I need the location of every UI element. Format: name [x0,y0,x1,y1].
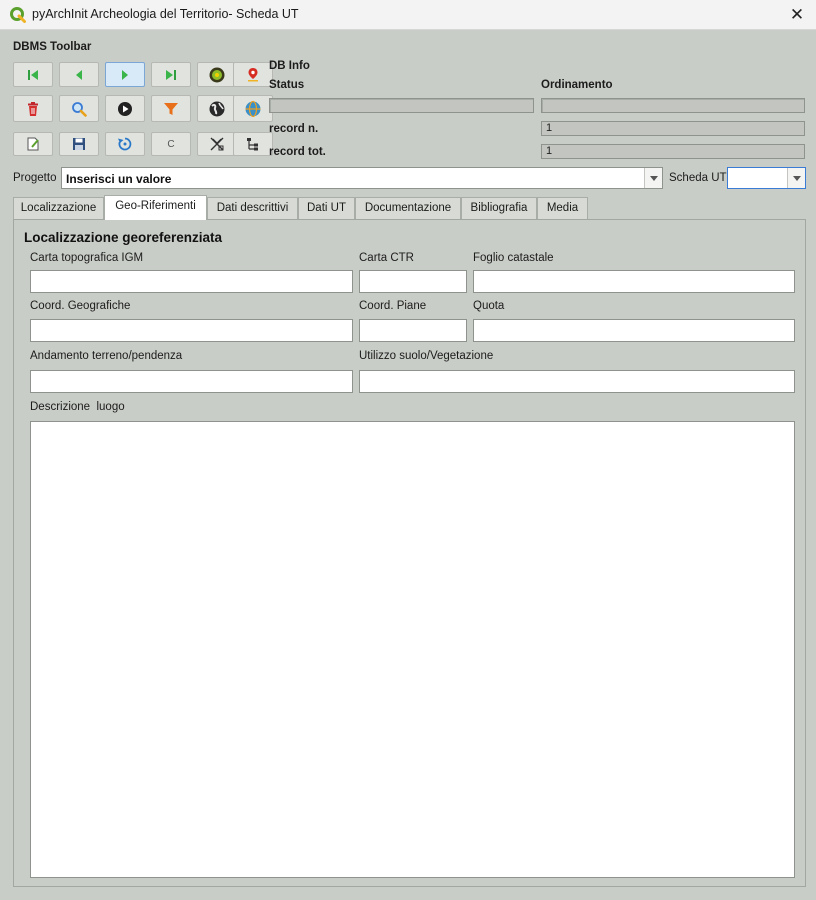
scheda-ut-label: Scheda UT [669,172,727,184]
reload-button[interactable] [105,132,145,156]
filter-icon [164,102,178,115]
foglio-catastale-input[interactable] [473,270,795,293]
record-n-field: 1 [541,121,805,136]
chevron-down-icon[interactable] [787,168,805,188]
next-record-button[interactable] [105,62,145,87]
tab-dati-descrittivi[interactable]: Dati descrittivi [207,197,298,219]
descrizione-textarea[interactable] [30,421,795,878]
scheda-ut-select[interactable] [727,167,806,189]
carta-ctr-label: Carta CTR [359,252,414,264]
quota-label: Quota [473,300,505,312]
status-field [269,98,534,113]
chevron-down-icon[interactable] [644,168,662,188]
web-button[interactable] [233,95,273,122]
previous-record-icon [76,69,82,80]
first-record-icon [28,69,38,80]
first-record-button[interactable] [13,62,53,87]
web-globe-icon [245,100,261,117]
gis-layer-button[interactable] [197,62,237,87]
sort-icon [210,137,224,151]
db-info-title: DB Info [269,60,310,72]
qgis-logo-icon [10,7,26,23]
tree-export-button[interactable] [233,132,273,156]
title-bar: pyArchInit Archeologia del Territorio- S… [0,0,816,30]
coord-geografiche-input[interactable] [30,319,353,342]
delete-button[interactable] [13,95,53,122]
carta-igm-input[interactable] [30,270,353,293]
save-icon [73,138,85,150]
andamento-input[interactable] [30,370,353,393]
coord-piane-input[interactable] [359,319,467,342]
close-icon[interactable]: ✕ [786,4,808,26]
toolbar-title: DBMS Toolbar [13,41,92,53]
ordinamento-label: Ordinamento [541,79,613,91]
coord-geografiche-label: Coord. Geografiche [30,300,131,312]
save-button[interactable] [59,132,99,156]
last-record-button[interactable] [151,62,191,87]
tree-export-icon [247,138,258,151]
c-button[interactable]: C [151,132,191,156]
map-pin-button[interactable] [233,62,273,87]
sort-button[interactable] [197,132,237,156]
tab-documentazione[interactable]: Documentazione [355,197,461,219]
utilizzo-input[interactable] [359,370,795,393]
play-button[interactable] [105,95,145,122]
gis-layer-icon [209,67,225,82]
tab-bibliografia[interactable]: Bibliografia [461,197,537,219]
new-document-icon [27,137,39,151]
search-icon [72,101,87,117]
tab-localizzazione[interactable]: Localizzazione [13,197,104,219]
c-button-label: C [167,138,175,150]
search-button[interactable] [59,95,99,122]
quota-input[interactable] [473,319,795,342]
filter-button[interactable] [151,95,191,122]
progetto-select[interactable]: Inserisci un valore [61,167,663,189]
next-record-icon [122,69,128,80]
last-record-icon [166,69,176,80]
status-label: Status [269,79,305,91]
ordinamento-field [541,98,805,113]
coord-piane-label: Coord. Piane [359,300,427,312]
map-pin-icon [248,67,258,81]
previous-record-button[interactable] [59,62,99,87]
carta-ctr-input[interactable] [359,270,467,293]
tab-geo-riferimenti[interactable]: Geo-Riferimenti [104,195,207,220]
section-title: Localizzazione georeferenziata [24,230,223,245]
tab-dati-ut[interactable]: Dati UT [298,197,355,219]
globe-button[interactable] [197,95,237,122]
record-tot-field: 1 [541,144,805,159]
record-n-label: record n. [269,123,319,135]
record-tot-label: record tot. [269,146,326,158]
progetto-label: Progetto [13,172,57,184]
progetto-value: Inserisci un valore [66,172,172,186]
window-title: pyArchInit Archeologia del Territorio- S… [32,7,299,21]
play-icon [118,101,132,116]
descrizione-label: Descrizione luogo [30,401,125,413]
utilizzo-label: Utilizzo suolo/Vegetazione [359,350,494,362]
andamento-label: Andamento terreno/pendenza [30,350,183,362]
globe-icon [209,101,225,116]
foglio-catastale-label: Foglio catastale [473,252,554,264]
trash-icon [28,101,38,116]
new-record-button[interactable] [13,132,53,156]
carta-igm-label: Carta topografica IGM [30,252,144,264]
tab-media[interactable]: Media [537,197,588,219]
reload-icon [118,137,132,151]
